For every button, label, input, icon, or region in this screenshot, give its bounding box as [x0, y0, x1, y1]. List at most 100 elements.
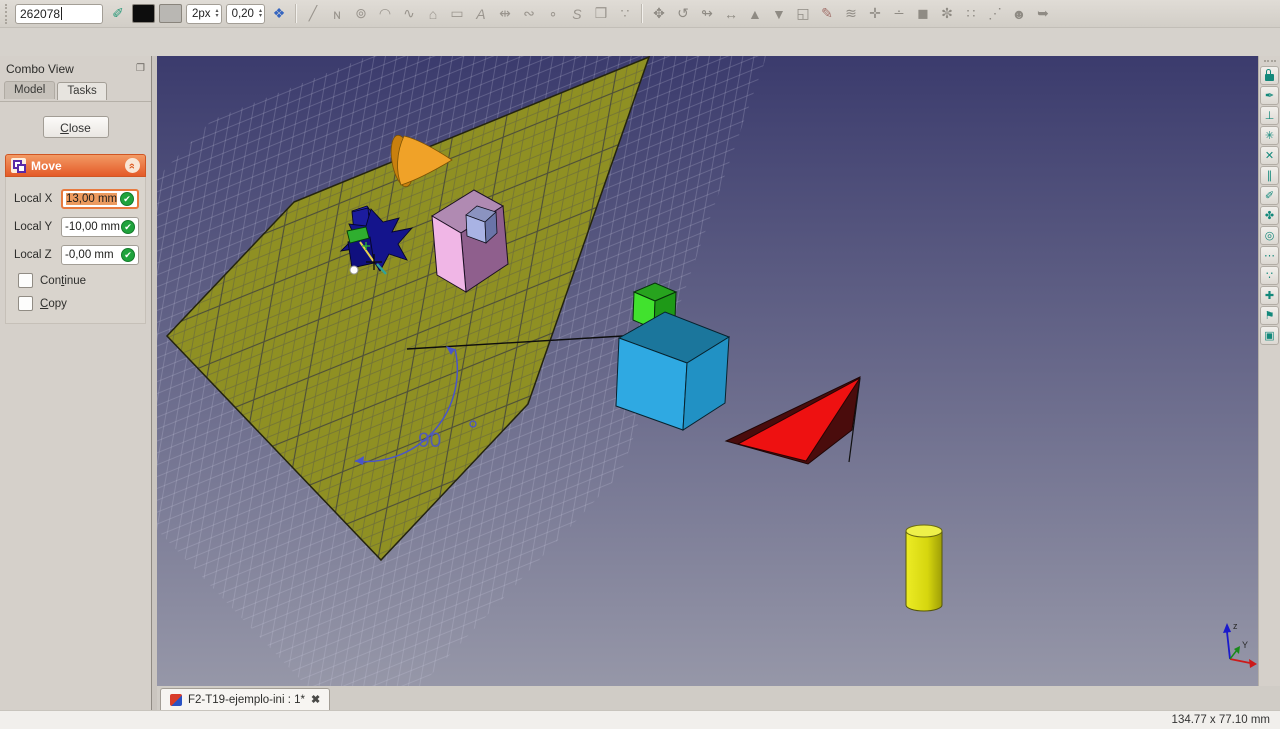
line-width-spinbox[interactable]: 2px ▴▾ — [186, 4, 222, 24]
collapse-task-icon[interactable]: » — [125, 158, 140, 173]
document-tab-bar: F2-T19-ejemplo-ini : 1* ✖ — [157, 686, 1280, 710]
snap-near-button[interactable]: ∵ — [1260, 266, 1279, 285]
snap-extension-button[interactable]: ✚ — [1260, 286, 1279, 305]
draft-facebinder-button[interactable]: ❒ — [589, 2, 613, 26]
line-color-swatch[interactable] — [132, 4, 155, 23]
axis-z-label: z — [1233, 621, 1238, 631]
local-x-field[interactable]: 13,00 mm ✔ — [61, 189, 139, 209]
text-caret — [61, 7, 62, 20]
snap-special-button[interactable]: ⋯ — [1260, 246, 1279, 265]
snap-midpoint-button[interactable]: ✐ — [1260, 186, 1279, 205]
tab-model[interactable]: Model — [4, 81, 55, 99]
combo-view-panel: Combo View ❐ Model Tasks Close Move » Lo… — [0, 56, 152, 710]
close-document-icon[interactable]: ✖ — [311, 693, 320, 706]
combo-view-tabs: Model Tasks — [0, 81, 151, 102]
snap-endpoint-button[interactable]: ✒ — [1260, 86, 1279, 105]
snap-working-plane-button[interactable]: ▣ — [1260, 326, 1279, 345]
status-bar: 134.77 x 77.10 mm — [0, 710, 1280, 729]
3d-viewport[interactable]: 90 — [157, 56, 1258, 686]
draft-label-button[interactable]: ∵ — [613, 2, 637, 26]
snap-perpendicular-button[interactable]: ⊥ — [1260, 106, 1279, 125]
text-scale-spinbox[interactable]: 0,20 ▴▾ — [226, 4, 265, 24]
freecad-document-icon — [170, 694, 182, 706]
move-task-panel: Move » Local X 13,00 mm ✔ Local Y -10,00… — [5, 154, 146, 324]
toolbar-separator — [295, 4, 297, 23]
snap-angle-button[interactable]: ⚑ — [1260, 306, 1279, 325]
draft-text-button[interactable]: A — [469, 2, 493, 26]
draft-to-sketch-button[interactable]: ✼ — [935, 2, 959, 26]
local-z-value: -0,00 mm — [65, 249, 114, 261]
toolbar-grip[interactable] — [5, 4, 7, 24]
axis-y-label: Y — [1242, 640, 1248, 650]
draft-clone-button[interactable]: ☻ — [1007, 2, 1031, 26]
draft-array-button[interactable]: ∷ — [959, 2, 983, 26]
local-z-field[interactable]: -0,00 mm ✔ — [61, 245, 139, 265]
yellow-cylinder-object[interactable] — [906, 525, 942, 611]
draft-trimex-button[interactable]: ↔ — [719, 2, 743, 26]
document-tab[interactable]: F2-T19-ejemplo-ini : 1* ✖ — [160, 688, 330, 710]
move-task-header[interactable]: Move » — [5, 154, 146, 177]
draft-rotate-button[interactable]: ↺ — [671, 2, 695, 26]
draft-wire-to-bspline-button[interactable]: ≋ — [839, 2, 863, 26]
dimension-readout: 134.77 x 77.10 mm — [1172, 714, 1270, 726]
autogroup-button[interactable]: ❖ — [267, 2, 291, 26]
draft-path-array-button[interactable]: ⋰ — [983, 2, 1007, 26]
snap-toolbar: ✒⊥✳✕∥✐✤◎⋯∵✚⚑▣ — [1258, 56, 1280, 686]
angle-value-label: 90 — [418, 429, 441, 452]
draft-bspline-button[interactable]: ∿ — [397, 2, 421, 26]
line-width-value: 2px — [192, 8, 211, 20]
spin-arrows-icon[interactable]: ▴▾ — [259, 9, 262, 19]
draft-rectangle-button[interactable]: ▭ — [445, 2, 469, 26]
draft-shapestring-button[interactable]: S — [565, 2, 589, 26]
continue-label: Continue — [40, 275, 86, 287]
draft-arc-button[interactable]: ◠ — [373, 2, 397, 26]
draft-point-button[interactable]: ∘ — [541, 2, 565, 26]
draft-command-input[interactable]: 262078 — [15, 4, 103, 24]
draft-bezier-button[interactable]: ∾ — [517, 2, 541, 26]
draft-polygon-button[interactable]: ⌂ — [421, 2, 445, 26]
draft-circle-button[interactable]: ⊚ — [349, 2, 373, 26]
local-z-label: Local Z — [14, 249, 56, 261]
snap-intersection-button[interactable]: ✕ — [1260, 146, 1279, 165]
draft-move-button[interactable]: ✥ — [647, 2, 671, 26]
float-panel-icon[interactable]: ❐ — [136, 63, 145, 74]
toolbar-grip[interactable] — [1264, 60, 1276, 62]
local-y-value: -10,00 mm — [65, 221, 120, 233]
combo-view-title: Combo View — [6, 62, 74, 76]
spin-arrows-icon[interactable]: ▴▾ — [216, 9, 219, 19]
snap-center-button[interactable]: ✤ — [1260, 206, 1279, 225]
draft-upgrade-button[interactable]: ▲ — [743, 2, 767, 26]
snap-lock-button[interactable] — [1260, 66, 1279, 85]
close-task-button[interactable]: Close — [43, 116, 109, 138]
draft-move-icon — [11, 158, 26, 173]
draft-shape2dview-button[interactable]: ◼ — [911, 2, 935, 26]
small-blue-cube[interactable] — [466, 206, 497, 243]
copy-label: Copy — [40, 298, 67, 310]
snap-grid-button[interactable]: ✳ — [1260, 126, 1279, 145]
construction-mode-toggle[interactable]: ✐ — [106, 2, 130, 26]
text-scale-value: 0,20 — [232, 8, 254, 20]
draft-line-button[interactable]: ╱ — [301, 2, 325, 26]
draft-scale-button[interactable]: ◱ — [791, 2, 815, 26]
face-color-swatch[interactable] — [159, 4, 182, 23]
draft-add-point-button[interactable]: ✛ — [863, 2, 887, 26]
local-x-label: Local X — [14, 193, 56, 205]
draft-dimension-button[interactable]: ⇹ — [493, 2, 517, 26]
draft-delete-point-button[interactable]: ∸ — [887, 2, 911, 26]
local-y-field[interactable]: -10,00 mm ✔ — [61, 217, 139, 237]
draft-wire-button[interactable]: ɴ — [325, 2, 349, 26]
draft-downgrade-button[interactable]: ▼ — [767, 2, 791, 26]
draft-edit-button[interactable]: ✎ — [815, 2, 839, 26]
copy-checkbox[interactable] — [18, 296, 33, 311]
draft-mirror-button[interactable]: ➥ — [1031, 2, 1055, 26]
valid-check-icon: ✔ — [121, 248, 135, 262]
toolbar-separator — [641, 4, 643, 23]
continue-checkbox[interactable] — [18, 273, 33, 288]
snap-parallel-button[interactable]: ∥ — [1260, 166, 1279, 185]
document-tab-label: F2-T19-ejemplo-ini : 1* — [188, 694, 305, 706]
draft-offset-button[interactable]: ↬ — [695, 2, 719, 26]
move-task-title: Move — [31, 159, 120, 173]
local-y-label: Local Y — [14, 221, 56, 233]
snap-ortho-button[interactable]: ◎ — [1260, 226, 1279, 245]
tab-tasks[interactable]: Tasks — [57, 82, 106, 100]
